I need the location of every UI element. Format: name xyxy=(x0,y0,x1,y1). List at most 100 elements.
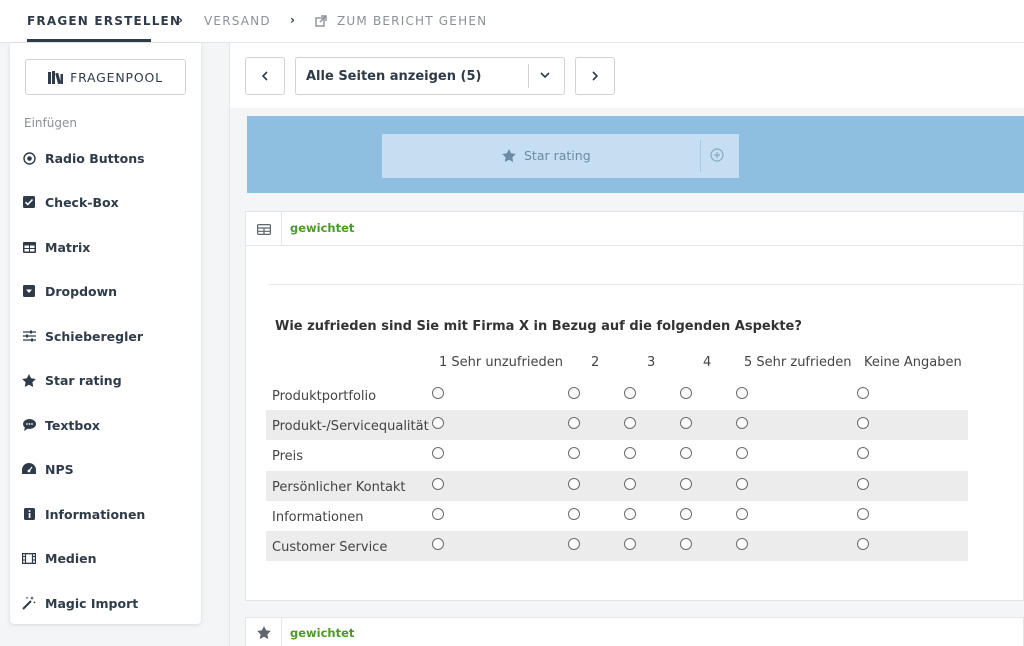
sidebar-item-matrix[interactable]: Matrix xyxy=(10,232,201,262)
previous-page-button[interactable] xyxy=(245,57,285,95)
column-header: Keine Angaben xyxy=(864,355,962,370)
radio-option[interactable] xyxy=(857,508,869,520)
weighted-tag: gewichtet xyxy=(290,221,355,235)
radio-option[interactable] xyxy=(624,478,636,490)
sidebar-item-informationen[interactable]: Informationen xyxy=(10,499,201,529)
radio-option[interactable] xyxy=(432,508,444,520)
radio-option[interactable] xyxy=(680,417,692,429)
matrix-question-card[interactable]: gewichtet Wie zufrieden sind Sie mit Fir… xyxy=(245,211,1024,601)
fragenpool-label: FRAGENPOOL xyxy=(70,69,163,85)
radio-option[interactable] xyxy=(568,508,580,520)
card-header: gewichtet xyxy=(246,212,1024,246)
sidebar-item-label: Check-Box xyxy=(45,194,119,210)
sidebar-item-check-box[interactable]: Check-Box xyxy=(10,187,201,217)
radio-option[interactable] xyxy=(736,387,748,399)
star-rating-question-card[interactable]: gewichtet xyxy=(245,617,1024,646)
radio-option[interactable] xyxy=(432,387,444,399)
step-zum-bericht-gehen[interactable]: ZUM BERICHT GEHEN xyxy=(315,14,487,28)
table-row: Produktportfolio xyxy=(266,380,968,410)
chevron-right-icon: › xyxy=(178,13,183,27)
radio-option[interactable] xyxy=(857,387,869,399)
sidebar-item-nps[interactable]: NPS xyxy=(10,454,201,484)
step-versand[interactable]: VERSAND xyxy=(204,14,271,28)
radio-option[interactable] xyxy=(568,538,580,550)
dragged-question-tile[interactable]: Star rating xyxy=(382,134,739,178)
sidebar-item-label: Dropdown xyxy=(45,283,118,299)
weighted-tag: gewichtet xyxy=(290,626,355,640)
radio-option[interactable] xyxy=(568,417,580,429)
plus-circle-icon[interactable] xyxy=(710,148,724,162)
dropdown-icon xyxy=(22,284,36,298)
sidebar-item-star-rating[interactable]: Star rating xyxy=(10,365,201,395)
dragged-tile-content: Star rating xyxy=(502,148,591,163)
radio-option[interactable] xyxy=(680,387,692,399)
radio-option[interactable] xyxy=(736,447,748,459)
row-label: Customer Service xyxy=(272,540,388,555)
radio-option[interactable] xyxy=(680,447,692,459)
sidebar-item-dropdown[interactable]: Dropdown xyxy=(10,276,201,306)
radio-option[interactable] xyxy=(857,478,869,490)
sidebar-item-label: Medien xyxy=(45,550,97,566)
radio-option[interactable] xyxy=(680,538,692,550)
question-text: Wie zufrieden sind Sie mit Firma X in Be… xyxy=(275,319,802,334)
column-header: 4 xyxy=(703,355,712,370)
radio-option[interactable] xyxy=(680,508,692,520)
top-navigation: FRAGEN ERSTELLEN › VERSAND › ZUM BERICHT… xyxy=(0,0,1024,43)
fragenpool-button[interactable]: FRAGENPOOL xyxy=(25,59,186,95)
radio-option[interactable] xyxy=(680,478,692,490)
sidebar-item-radio-buttons[interactable]: Radio Buttons xyxy=(10,143,201,173)
radio-option[interactable] xyxy=(432,417,444,429)
info-icon xyxy=(22,507,36,521)
radio-option[interactable] xyxy=(624,508,636,520)
books-icon xyxy=(48,70,64,84)
step-fragen-erstellen[interactable]: FRAGEN ERSTELLEN xyxy=(27,14,181,28)
radio-option[interactable] xyxy=(568,387,580,399)
radio-option[interactable] xyxy=(736,478,748,490)
row-label: Persönlicher Kontakt xyxy=(272,480,406,495)
table-row: Persönlicher Kontakt xyxy=(266,471,968,501)
radio-option[interactable] xyxy=(624,447,636,459)
radio-option[interactable] xyxy=(857,538,869,550)
sidebar-item-magic-import[interactable]: Magic Import xyxy=(10,588,201,618)
sidebar-item-label: Informationen xyxy=(45,506,146,522)
comment-icon xyxy=(22,418,36,432)
radio-option[interactable] xyxy=(568,478,580,490)
radio-option[interactable] xyxy=(736,538,748,550)
sidebar-item-label: Schieberegler xyxy=(45,328,144,344)
radio-option[interactable] xyxy=(432,447,444,459)
page-select-value: Alle Seiten anzeigen (5) xyxy=(306,69,482,84)
row-label: Preis xyxy=(272,449,304,464)
sliders-icon xyxy=(22,329,36,343)
card-header: gewichtet xyxy=(246,618,1024,646)
sidebar-item-schieberegler[interactable]: Schieberegler xyxy=(10,321,201,351)
sidebar-item-label: NPS xyxy=(45,461,74,477)
chevron-right-icon xyxy=(592,71,599,81)
radio-option[interactable] xyxy=(432,538,444,550)
radio-option[interactable] xyxy=(857,447,869,459)
radio-option[interactable] xyxy=(624,417,636,429)
page-select-dropdown[interactable]: Alle Seiten anzeigen (5) xyxy=(295,57,565,95)
radio-option[interactable] xyxy=(736,417,748,429)
next-page-button[interactable] xyxy=(575,57,615,95)
magic-wand-icon xyxy=(22,596,36,610)
table-row: Produkt-/Servicequalität xyxy=(266,410,968,440)
radio-option[interactable] xyxy=(432,478,444,490)
section-label-einfuegen: Einfügen xyxy=(24,116,77,130)
active-step-underline xyxy=(27,39,151,42)
sidebar-item-medien[interactable]: Medien xyxy=(10,543,201,573)
sidebar-item-textbox[interactable]: Textbox xyxy=(10,410,201,440)
column-header: 5 Sehr zufrieden xyxy=(744,355,852,370)
card-type-cell xyxy=(246,618,282,646)
column-header: 1 Sehr unzufrieden xyxy=(439,355,563,370)
radio-option[interactable] xyxy=(624,387,636,399)
table-row: Informationen xyxy=(266,501,968,531)
radio-option[interactable] xyxy=(624,538,636,550)
dragged-tile-label: Star rating xyxy=(524,148,591,163)
radio-option[interactable] xyxy=(736,508,748,520)
radio-icon xyxy=(22,151,36,165)
radio-option[interactable] xyxy=(857,417,869,429)
divider xyxy=(528,64,529,88)
chevron-left-icon xyxy=(261,71,268,81)
page-toolbar: Alle Seiten anzeigen (5) xyxy=(230,43,1024,108)
radio-option[interactable] xyxy=(568,447,580,459)
